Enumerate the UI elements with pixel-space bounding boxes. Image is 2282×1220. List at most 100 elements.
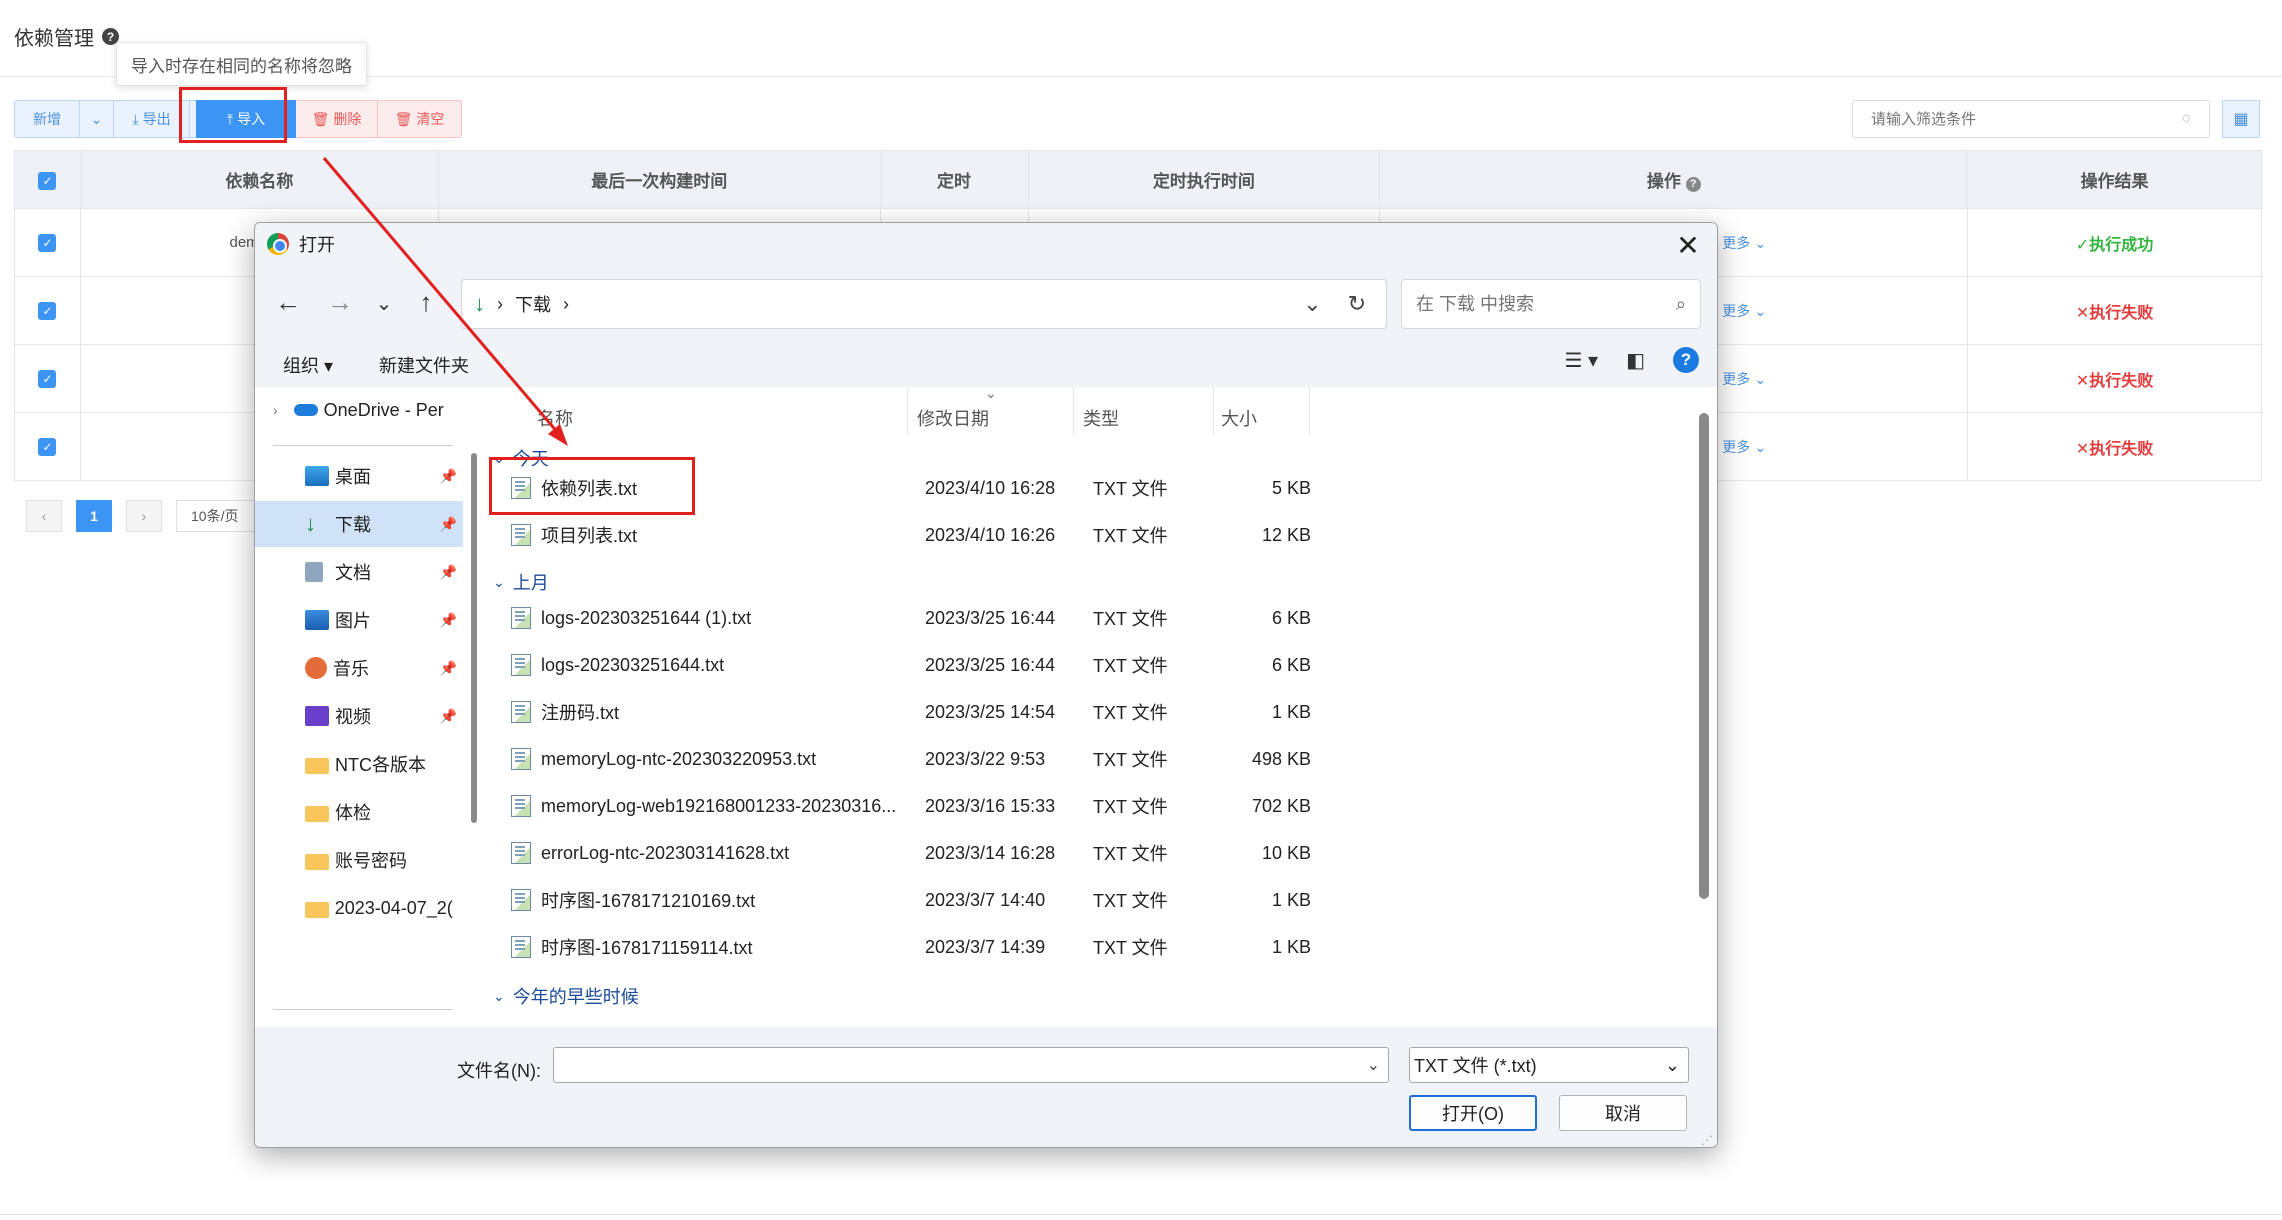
help-icon[interactable]: ? [1685,176,1701,192]
up-arrow-icon[interactable]: ↑ [411,287,441,318]
pin-icon[interactable]: 📌 [440,516,457,533]
checkbox-icon[interactable]: ✓ [38,369,57,388]
table-header-row: ✓ 依赖名称 最后一次构建时间 定时 定时执行时间 操作 ? 操作结果 [14,150,2262,209]
row-checkbox-cell[interactable]: ✓ [14,208,81,277]
row-checkbox-cell[interactable]: ✓ [14,276,81,345]
col-header-date[interactable]: 修改日期 [917,405,989,431]
list-view-icon[interactable]: ☰ ▾ [1565,348,1599,373]
chevron-down-icon[interactable]: ⌄ [1367,1055,1380,1075]
file-row[interactable]: memoryLog-web192168001233-20230316... 20… [499,783,1679,829]
delete-button[interactable]: 🗑 删除 [296,100,378,138]
pin-icon[interactable]: 📌 [440,564,457,581]
filetype-select[interactable]: TXT 文件 (*.txt) ⌄ [1409,1047,1689,1083]
file-row[interactable]: memoryLog-ntc-202303220953.txt 2023/3/22… [499,736,1679,782]
more-link[interactable]: 更多 [1722,303,1750,319]
file-row[interactable]: 注册码.txt 2023/3/25 14:54 TXT 文件 1 KB [499,689,1679,735]
filename-combobox[interactable]: ⌄ [553,1047,1389,1083]
checkbox-icon[interactable]: ✓ [38,233,57,252]
filename-input[interactable] [560,1052,1350,1078]
back-arrow-icon[interactable]: ← [273,287,303,318]
filter-search-box[interactable]: ○ [1852,100,2210,138]
preview-pane-icon[interactable]: ◧ [1626,348,1645,373]
chevron-down-icon[interactable]: ⌄ [369,291,399,316]
file-list-scrollbar[interactable] [1699,413,1709,899]
col-header-label: 操作 [1646,172,1681,191]
sidebar-item-folder[interactable]: 2023-04-07_2( [255,885,463,931]
group-header-earlier-this-year[interactable]: ⌄ 今年的早些时候 [487,983,639,1009]
sidebar-item-folder[interactable]: NTC各版本 [255,741,463,787]
chevron-down-icon[interactable]: ⌄ [1665,1055,1680,1076]
chevron-down-icon[interactable]: ⌄ [1754,235,1766,251]
file-row[interactable]: logs-202303251644 (1).txt 2023/3/25 16:4… [499,595,1679,641]
sidebar-item-videos[interactable]: 视频 📌 [255,693,463,739]
file-type: TXT 文件 [1093,750,1168,770]
column-divider[interactable] [907,387,908,435]
column-settings-button[interactable]: ▦ [2222,100,2260,138]
sidebar-item-folder[interactable]: 体检 [255,789,463,835]
pin-icon[interactable]: 📌 [440,612,457,629]
organize-menu[interactable]: 组织 ▾ [283,352,333,378]
checkbox-icon[interactable]: ✓ [38,301,57,320]
group-header-last-month[interactable]: ⌄ 上月 [487,569,549,595]
chevron-down-icon[interactable]: ⌄ [1754,439,1766,455]
cancel-button[interactable]: 取消 [1559,1095,1687,1131]
sidebar-item-desktop[interactable]: 桌面 📌 [255,453,463,499]
chevron-down-icon[interactable]: ⌄ [493,988,505,1005]
chevron-down-icon[interactable]: ⌄ [1754,303,1766,319]
chevron-down-icon[interactable]: ⌄ [1303,291,1321,317]
file-row[interactable]: 时序图-1678171210169.txt 2023/3/7 14:40 TXT… [499,877,1679,923]
select-all-cell[interactable]: ✓ [14,150,81,209]
add-dropdown-button[interactable]: ⌄ [80,100,114,138]
search-icon[interactable]: ⌕ [1676,294,1686,315]
chevron-right-icon[interactable]: › [273,402,278,418]
chevron-down-icon[interactable]: ⌄ [493,574,505,591]
dialog-search-box[interactable]: ⌕ [1401,279,1701,329]
sidebar-item-pictures[interactable]: 图片 📌 [255,597,463,643]
more-link[interactable]: 更多 [1722,371,1750,387]
more-link[interactable]: 更多 [1722,235,1750,251]
refresh-icon[interactable]: ↻ [1348,291,1366,317]
row-checkbox-cell[interactable]: ✓ [14,344,81,413]
page-number[interactable]: 1 [76,500,112,532]
pin-icon[interactable]: 📌 [440,468,457,485]
close-icon[interactable]: ✕ [1673,229,1703,262]
sidebar-item-folder[interactable]: 账号密码 [255,837,463,883]
next-page-button[interactable]: › [126,500,162,532]
breadcrumb-current[interactable]: 下载 [515,291,551,317]
file-row[interactable]: 时序图-1678171159114.txt 2023/3/7 14:39 TXT… [499,924,1679,970]
col-header-name[interactable]: 名称 [537,405,573,431]
help-icon[interactable]: ? [1673,347,1699,373]
filter-input[interactable] [1871,110,2151,128]
col-header-size[interactable]: 大小 [1221,405,1257,431]
checkbox-icon[interactable]: ✓ [38,437,57,456]
sidebar-item-documents[interactable]: 文档 📌 [255,549,463,595]
row-checkbox-cell[interactable]: ✓ [14,412,81,481]
forward-arrow-icon[interactable]: → [325,287,355,318]
file-row[interactable]: logs-202303251644.txt 2023/3/25 16:44 TX… [499,642,1679,688]
col-header-type[interactable]: 类型 [1083,405,1119,431]
folder-icon [305,854,329,870]
more-link[interactable]: 更多 [1722,439,1750,455]
checkbox-icon[interactable]: ✓ [38,171,57,190]
dialog-search-input[interactable] [1416,293,1646,315]
clear-button[interactable]: 🗑 清空 [378,100,462,138]
file-row[interactable]: errorLog-ntc-202303141628.txt 2023/3/14 … [499,830,1679,876]
sidebar-scrollbar[interactable] [471,453,477,823]
sidebar-item-music[interactable]: 音乐 📌 [255,645,463,691]
search-icon[interactable]: ○ [2181,110,2191,128]
new-folder-button[interactable]: 新建文件夹 [379,352,469,378]
sidebar-item-downloads[interactable]: ↓ 下载 📌 [255,501,463,547]
pin-icon[interactable]: 📌 [440,660,457,677]
column-divider[interactable] [1213,387,1214,435]
address-bar[interactable]: ↓ › 下载 › ⌄ ↻ [461,279,1387,329]
open-button[interactable]: 打开(O) [1409,1095,1537,1131]
column-divider[interactable] [1073,387,1074,435]
sidebar-item-onedrive[interactable]: › OneDrive - Per [255,387,463,433]
prev-page-button[interactable]: ‹ [26,500,62,532]
column-divider[interactable] [1309,387,1310,435]
file-row[interactable]: 项目列表.txt 2023/4/10 16:26 TXT 文件 12 KB [499,512,1679,558]
chevron-down-icon[interactable]: ⌄ [1754,371,1766,387]
pin-icon[interactable]: 📌 [440,708,457,725]
add-button[interactable]: 新增 [14,100,80,138]
resize-grip-icon[interactable]: ⋰ [1701,1133,1713,1147]
